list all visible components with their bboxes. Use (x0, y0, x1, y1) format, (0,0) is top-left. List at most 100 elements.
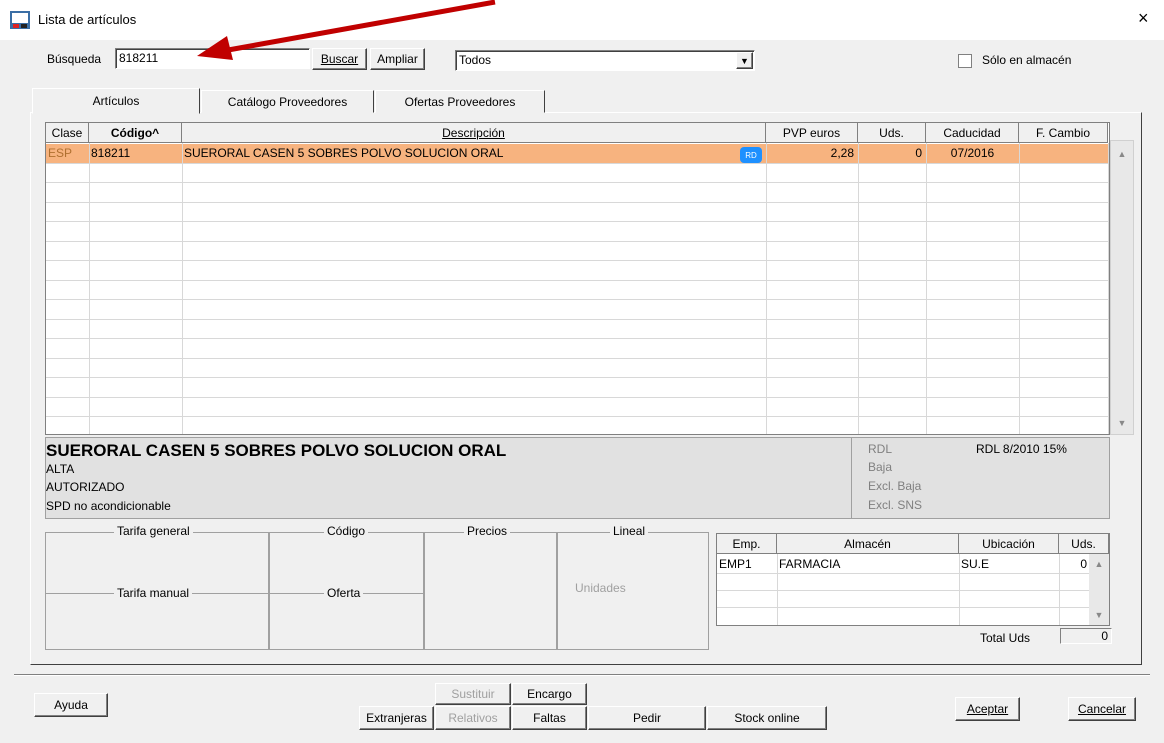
row-uds: 0 (915, 146, 922, 160)
stock-colline (959, 554, 960, 625)
col-caducidad[interactable]: Caducidad (926, 123, 1019, 143)
stock-colline (777, 554, 778, 625)
grid-rowline (46, 221, 1109, 222)
grid-colline (858, 143, 859, 434)
tab-catalogo-proveedores[interactable]: Catálogo Proveedores (201, 90, 374, 113)
scroll-down-icon[interactable]: ▼ (1114, 415, 1130, 431)
stock-rowline (717, 590, 1109, 591)
info-baja: Baja (868, 460, 893, 474)
solo-almacen-label: Sólo en almacén (982, 53, 1072, 67)
grid-rowline (46, 279, 1109, 281)
grid-rowline (46, 162, 1109, 164)
unidades-label: Unidades (575, 581, 626, 595)
article-info-panel: SUERORAL CASEN 5 SOBRES POLVO SOLUCION O… (45, 437, 1110, 519)
grid-rowline (46, 416, 1109, 417)
grid-rowline (46, 182, 1109, 183)
row-pvp: 2,28 (830, 146, 854, 160)
aceptar-button[interactable]: Aceptar (955, 697, 1020, 721)
info-excl-baja: Excl. Baja (868, 479, 922, 493)
scroll-up-icon[interactable]: ▲ (1114, 146, 1130, 162)
info-rdl-label: RDL (868, 442, 893, 456)
total-uds-label: Total Uds (980, 631, 1031, 645)
search-label: Búsqueda (47, 52, 102, 66)
rd-badge-icon: RD (740, 147, 762, 163)
grid-rowline (46, 396, 1109, 398)
tab-ofertas-proveedores[interactable]: Ofertas Proveedores (375, 90, 545, 113)
title-bar (0, 0, 1164, 40)
tarifa-manual-label: Tarifa manual (114, 586, 193, 600)
info-rdl-value: RDL 8/2010 15% (976, 442, 1067, 456)
tarifa-general-label: Tarifa general (114, 524, 193, 538)
grid-rowline (46, 338, 1109, 339)
encargo-button[interactable]: Encargo (512, 683, 587, 705)
info-name: SUERORAL CASEN 5 SOBRES POLVO SOLUCION O… (46, 441, 507, 460)
info-divider (851, 438, 852, 518)
ayuda-button[interactable]: Ayuda (34, 693, 108, 717)
relativos-button[interactable]: Relativos (435, 706, 511, 730)
tab-articulos[interactable]: Artículos (32, 88, 200, 114)
pedir-button[interactable]: Pedir (588, 706, 706, 730)
stock-row-uds: 0 (1080, 557, 1087, 571)
grid-rowline (46, 357, 1109, 359)
window-title: Lista de artículos (38, 12, 137, 27)
stock-rowline (717, 573, 1109, 574)
grid-rowline (46, 299, 1109, 300)
chevron-down-icon[interactable]: ▼ (736, 52, 753, 69)
articles-table[interactable]: Clase Código^ Descripción PVP euros Uds.… (45, 122, 1110, 435)
info-spd: SPD no acondicionable (46, 499, 171, 513)
precios-label: Precios (464, 524, 511, 538)
grid-colline (766, 143, 767, 434)
precios-group (424, 532, 557, 650)
grid-rowline (46, 260, 1109, 261)
stock-col-ubicacion[interactable]: Ubicación (959, 534, 1059, 554)
footer-divider (14, 674, 1150, 676)
grid-rowline (46, 240, 1109, 242)
info-excl-sns: Excl. SNS (868, 498, 923, 512)
stock-row-ubicacion: SU.E (961, 557, 990, 571)
grid-colline (926, 143, 927, 434)
sustituir-button[interactable]: Sustituir (435, 683, 511, 705)
stock-rowline (717, 607, 1109, 608)
grid-rowline (46, 377, 1109, 378)
grid-colline (89, 143, 90, 434)
row-descripcion: SUERORAL CASEN 5 SOBRES POLVO SOLUCION O… (184, 146, 504, 160)
info-authorization: AUTORIZADO (46, 480, 125, 494)
lineal-label: Lineal (610, 524, 649, 538)
stock-scrollbar[interactable]: ▲ ▼ (1089, 554, 1109, 625)
stock-online-button[interactable]: Stock online (707, 706, 827, 730)
stock-table[interactable]: Emp. Almacén Ubicación Uds. EMP1 FARMACI… (716, 533, 1110, 626)
grid-rowline (46, 201, 1109, 203)
info-status: ALTA (46, 462, 75, 476)
solo-almacen-checkbox[interactable] (958, 54, 972, 68)
scroll-down-icon[interactable]: ▼ (1091, 607, 1107, 623)
extranjeras-button[interactable]: Extranjeras (359, 706, 434, 730)
col-uds[interactable]: Uds. (858, 123, 926, 143)
app-icon (10, 11, 30, 29)
col-codigo[interactable]: Código^ (89, 123, 182, 143)
grid-colline (182, 143, 183, 434)
cancelar-button[interactable]: Cancelar (1068, 697, 1136, 721)
total-uds-value: 0 (1060, 628, 1112, 644)
grid-colline (1108, 143, 1109, 434)
close-icon[interactable]: × (1138, 9, 1149, 27)
col-fcambio[interactable]: F. Cambio (1019, 123, 1108, 143)
stock-col-uds[interactable]: Uds. (1059, 534, 1109, 554)
oferta-label: Oferta (324, 586, 364, 600)
grid-colline (1019, 143, 1020, 434)
col-descripcion[interactable]: Descripción (182, 123, 766, 143)
stock-col-almacen[interactable]: Almacén (777, 534, 959, 554)
stock-row-almacen: FARMACIA (779, 557, 841, 571)
stock-row-emp: EMP1 (719, 557, 752, 571)
faltas-button[interactable]: Faltas (512, 706, 587, 730)
articles-scrollbar[interactable]: ▲ ▼ (1110, 140, 1134, 435)
row-codigo: 818211 (91, 146, 131, 160)
col-pvp[interactable]: PVP euros (766, 123, 858, 143)
col-clase[interactable]: Clase (46, 123, 89, 143)
codigo-label: Código (324, 524, 369, 538)
scroll-up-icon[interactable]: ▲ (1091, 556, 1107, 572)
stock-colline (1059, 554, 1060, 625)
row-clase: ESP (48, 146, 73, 160)
annotation-arrow-icon (197, 0, 496, 60)
grid-rowline (46, 318, 1109, 320)
stock-col-emp[interactable]: Emp. (717, 534, 777, 554)
